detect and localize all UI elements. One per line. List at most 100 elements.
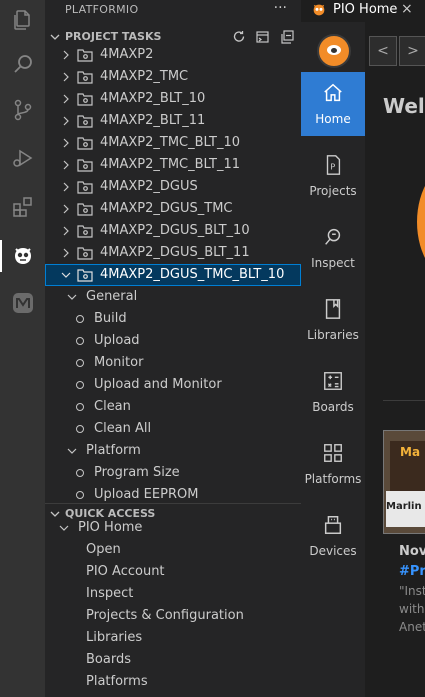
env-row[interactable]: 4MAXP2_DGUS_TMC	[45, 198, 301, 220]
editor-tabbar: PIO Home ×	[301, 0, 425, 22]
task-circle-icon	[72, 352, 88, 374]
more-icon[interactable]: ···	[274, 0, 287, 20]
back-button[interactable]: <	[369, 36, 397, 66]
qa-item-label: Projects & Configuration	[86, 608, 244, 623]
env-row-selected[interactable]: 4MAXP2_DGUS_TMC_BLT_10	[45, 264, 301, 286]
task-clean-all[interactable]: Clean All	[45, 418, 301, 440]
env-row[interactable]: 4MAXP2	[45, 44, 301, 66]
task-clean[interactable]: Clean	[45, 396, 301, 418]
extensions-icon[interactable]	[0, 187, 45, 227]
nav-inspect[interactable]: Inspect	[301, 216, 365, 280]
nav-label: Inspect	[311, 256, 355, 270]
qa-item-label: PIO Account	[86, 564, 165, 579]
source-control-icon[interactable]	[0, 90, 45, 130]
inspect-icon	[325, 228, 341, 245]
nav-label: Boards	[312, 400, 354, 414]
devices-icon	[324, 516, 342, 534]
chevron-right-icon	[59, 220, 73, 242]
nav-platforms[interactable]: Platforms	[301, 432, 365, 496]
task-upload[interactable]: Upload	[45, 330, 301, 352]
home-icon	[324, 83, 342, 102]
chevron-right-icon	[59, 154, 73, 176]
group-platform[interactable]: Platform	[45, 440, 301, 462]
qa-item-open[interactable]: Open	[45, 539, 301, 561]
news-text-line: with	[399, 602, 425, 616]
env-label: 4MAXP2_TMC_BLT_10	[100, 135, 240, 150]
task-circle-icon	[72, 330, 88, 352]
nav-label: Home	[315, 112, 351, 126]
task-label: Upload and Monitor	[94, 377, 222, 392]
welcome-graphic	[417, 162, 425, 282]
env-row[interactable]: 4MAXP2_DGUS_BLT_10	[45, 220, 301, 242]
task-upload-monitor[interactable]: Upload and Monitor	[45, 374, 301, 396]
qa-item-libraries[interactable]: Libraries	[45, 627, 301, 649]
nav-home[interactable]: Home	[301, 72, 365, 136]
news-tag[interactable]: #Pro	[399, 564, 425, 579]
platformio-icon[interactable]	[0, 236, 45, 276]
task-label: Upload	[94, 333, 140, 348]
chevron-down-icon	[57, 517, 71, 539]
search-icon[interactable]	[0, 44, 45, 84]
qa-item-boards[interactable]: Boards	[45, 649, 301, 671]
env-row[interactable]: 4MAXP2_DGUS	[45, 176, 301, 198]
chevron-right-icon	[59, 242, 73, 264]
task-circle-icon	[72, 418, 88, 440]
forward-button[interactable]: >	[399, 36, 425, 66]
group-label: General	[86, 289, 138, 304]
qa-item-label: Platforms	[86, 674, 148, 689]
qa-item-pio-account[interactable]: PIO Account	[45, 561, 301, 583]
env-label: 4MAXP2_TMC	[100, 69, 189, 84]
welcome-heading: Welco	[383, 94, 425, 118]
task-monitor[interactable]: Monitor	[45, 352, 301, 374]
chevron-down-icon	[59, 264, 73, 286]
task-build[interactable]: Build	[45, 308, 301, 330]
env-row[interactable]: 4MAXP2_DGUS_BLT_11	[45, 242, 301, 264]
env-row[interactable]: 4MAXP2_BLT_11	[45, 110, 301, 132]
env-row[interactable]: 4MAXP2_BLT_10	[45, 88, 301, 110]
folder-gear-icon	[77, 242, 93, 264]
new-terminal-icon[interactable]	[255, 29, 271, 45]
chevron-right-icon	[59, 44, 73, 66]
nav-projects[interactable]: P Projects	[301, 144, 365, 208]
quick-access-group[interactable]: PIO Home	[45, 517, 301, 539]
folder-gear-icon	[77, 44, 93, 66]
pio-home-view: Home P Projects Inspect Libraries Boards…	[301, 22, 425, 697]
env-row[interactable]: 4MAXP2_TMC_BLT_10	[45, 132, 301, 154]
group-label: PIO Home	[78, 520, 143, 535]
platformio-sidebar: PLATFORMIO ··· PROJECT TASKS 4MAXP2 4MAX…	[45, 0, 301, 697]
nav-label: Projects	[309, 184, 357, 198]
tab-pio-home[interactable]: PIO Home ×	[301, 0, 425, 22]
folder-gear-icon	[77, 88, 93, 110]
chevron-down-icon	[65, 440, 79, 462]
task-program-size[interactable]: Program Size	[45, 462, 301, 484]
nav-devices[interactable]: Devices	[301, 504, 365, 568]
news-image-text: Ma	[400, 445, 421, 459]
news-title[interactable]: Nove	[399, 544, 425, 559]
qa-item-label: Open	[86, 542, 121, 557]
env-label: 4MAXP2_DGUS_TMC	[100, 201, 233, 216]
qa-item-label: Inspect	[86, 586, 134, 601]
env-row[interactable]: 4MAXP2_TMC_BLT_11	[45, 154, 301, 176]
refresh-icon[interactable]	[231, 29, 247, 45]
platformio-logo[interactable]	[317, 34, 351, 68]
explorer-icon[interactable]	[0, 0, 45, 40]
env-row[interactable]: 4MAXP2_TMC	[45, 66, 301, 88]
platforms-icon	[324, 444, 342, 462]
close-icon[interactable]: ×	[401, 1, 413, 17]
qa-item-label: Libraries	[86, 630, 143, 645]
env-label: 4MAXP2_BLT_10	[100, 91, 206, 106]
news-card[interactable]: Ma P Marlin Nove #Pro "Inst with Anet	[383, 430, 425, 697]
nav-label: Platforms	[304, 472, 362, 486]
qa-item-inspect[interactable]: Inspect	[45, 583, 301, 605]
sidebar-title: PLATFORMIO	[65, 3, 139, 16]
qa-item-projects-config[interactable]: Projects & Configuration	[45, 605, 301, 627]
chevron-right-icon	[59, 110, 73, 132]
run-debug-icon[interactable]	[0, 138, 45, 178]
collapse-all-icon[interactable]	[279, 29, 295, 45]
nav-boards[interactable]: Boards	[301, 360, 365, 424]
m-icon[interactable]	[0, 283, 45, 323]
group-general[interactable]: General	[45, 286, 301, 308]
nav-libraries[interactable]: Libraries	[301, 288, 365, 352]
qa-item-platforms[interactable]: Platforms	[45, 671, 301, 693]
news-text-line: Anet	[399, 620, 425, 634]
